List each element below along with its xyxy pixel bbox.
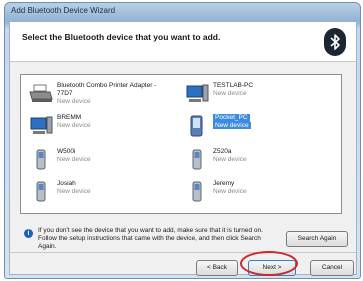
highlight-circle — [240, 251, 298, 276]
wizard-content: Select the Bluetooth device that you wan… — [9, 21, 357, 276]
device-name: BREMM — [57, 114, 82, 121]
page-heading: Select the Bluetooth device that you wan… — [22, 32, 221, 42]
device-bremm[interactable]: BREMM New device — [29, 113, 179, 139]
device-status: New device — [213, 156, 247, 163]
device-status: New device — [57, 156, 91, 163]
device-list[interactable]: Bluetooth Combo Printer Adapter - 77D7 N… — [20, 74, 342, 214]
device-status: New device — [57, 122, 91, 129]
phone-icon — [29, 149, 53, 171]
printer-icon — [29, 83, 53, 105]
device-jeremy[interactable]: Jeremy New device — [185, 179, 335, 205]
computer-icon — [185, 83, 209, 105]
title-bar[interactable]: Add Bluetooth Device Wizard — [5, 3, 360, 21]
window-title: Add Bluetooth Device Wizard — [11, 6, 116, 15]
device-pocket-pc[interactable]: Pocket_PC New device — [185, 113, 335, 139]
computer-icon — [29, 115, 53, 137]
device-name: W500i — [57, 148, 76, 155]
wizard-window: Add Bluetooth Device Wizard Select the B… — [4, 2, 361, 279]
pda-icon — [185, 115, 209, 137]
device-name: TESTLAB-PC — [213, 82, 254, 89]
cancel-button[interactable]: Cancel — [310, 260, 354, 276]
device-status: New device — [213, 90, 247, 97]
device-status: New device — [213, 188, 247, 195]
phone-icon — [29, 181, 53, 203]
info-icon: i — [24, 229, 33, 238]
device-name: Bluetooth Combo Printer Adapter - 77D7 — [57, 82, 157, 97]
device-w500i[interactable]: W500i New device — [29, 147, 179, 173]
phone-icon — [185, 181, 209, 203]
device-status: New device — [57, 188, 91, 195]
device-status: New device — [213, 122, 251, 129]
device-printer-adapter[interactable]: Bluetooth Combo Printer Adapter - 77D7 N… — [29, 81, 179, 113]
device-name: Pocket_PC — [213, 114, 250, 122]
wizard-header: Select the Bluetooth device that you wan… — [10, 22, 356, 62]
device-josiah[interactable]: Josiah New device — [29, 179, 179, 205]
device-testlab-pc[interactable]: TESTLAB-PC New device — [185, 81, 335, 107]
device-name: Z520a — [213, 148, 232, 155]
device-status: New device — [57, 98, 91, 105]
search-again-button[interactable]: Search Again — [286, 231, 348, 247]
device-name: Josiah — [57, 180, 76, 187]
info-text: If you don't see the device that you wan… — [38, 227, 263, 250]
divider — [10, 252, 356, 253]
device-z520a[interactable]: Z520a New device — [185, 147, 335, 173]
bluetooth-icon — [324, 28, 346, 56]
back-button[interactable]: < Back — [196, 260, 238, 276]
phone-icon — [185, 149, 209, 171]
device-name: Jeremy — [213, 180, 235, 187]
